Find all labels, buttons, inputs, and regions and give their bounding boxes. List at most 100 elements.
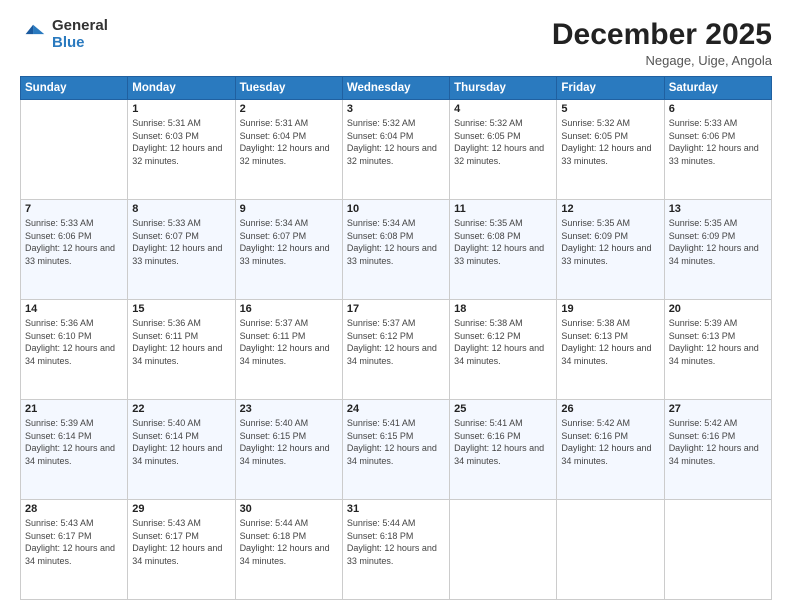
calendar-table: Sunday Monday Tuesday Wednesday Thursday… [20, 76, 772, 600]
daylight-text: Daylight: 12 hours and 34 minutes. [25, 442, 123, 467]
col-friday: Friday [557, 77, 664, 100]
calendar-cell: 2 Sunrise: 5:31 AM Sunset: 6:04 PM Dayli… [235, 100, 342, 200]
cell-info: Sunrise: 5:31 AM Sunset: 6:04 PM Dayligh… [240, 117, 338, 167]
day-number: 8 [132, 203, 230, 215]
title-block: December 2025 Negage, Uige, Angola [552, 18, 772, 68]
daylight-text: Daylight: 12 hours and 34 minutes. [132, 542, 230, 567]
sunset-text: Sunset: 6:16 PM [454, 430, 552, 443]
calendar-cell: 23 Sunrise: 5:40 AM Sunset: 6:15 PM Dayl… [235, 400, 342, 500]
daylight-text: Daylight: 12 hours and 34 minutes. [561, 442, 659, 467]
calendar-cell: 17 Sunrise: 5:37 AM Sunset: 6:12 PM Dayl… [342, 300, 449, 400]
sunset-text: Sunset: 6:17 PM [132, 530, 230, 543]
cell-info: Sunrise: 5:35 AM Sunset: 6:09 PM Dayligh… [561, 217, 659, 267]
col-saturday: Saturday [664, 77, 771, 100]
cell-info: Sunrise: 5:38 AM Sunset: 6:13 PM Dayligh… [561, 317, 659, 367]
sunrise-text: Sunrise: 5:42 AM [561, 417, 659, 430]
sunrise-text: Sunrise: 5:39 AM [669, 317, 767, 330]
calendar-cell: 24 Sunrise: 5:41 AM Sunset: 6:15 PM Dayl… [342, 400, 449, 500]
calendar-cell: 21 Sunrise: 5:39 AM Sunset: 6:14 PM Dayl… [21, 400, 128, 500]
day-number: 20 [669, 303, 767, 315]
daylight-text: Daylight: 12 hours and 33 minutes. [347, 242, 445, 267]
col-thursday: Thursday [450, 77, 557, 100]
sunrise-text: Sunrise: 5:40 AM [240, 417, 338, 430]
cell-info: Sunrise: 5:36 AM Sunset: 6:10 PM Dayligh… [25, 317, 123, 367]
daylight-text: Daylight: 12 hours and 33 minutes. [347, 542, 445, 567]
cell-info: Sunrise: 5:33 AM Sunset: 6:07 PM Dayligh… [132, 217, 230, 267]
calendar-cell: 8 Sunrise: 5:33 AM Sunset: 6:07 PM Dayli… [128, 200, 235, 300]
sunset-text: Sunset: 6:11 PM [240, 330, 338, 343]
logo-text: General Blue [52, 18, 108, 51]
day-number: 5 [561, 103, 659, 115]
calendar-cell: 27 Sunrise: 5:42 AM Sunset: 6:16 PM Dayl… [664, 400, 771, 500]
logo: General Blue [20, 18, 108, 51]
page: General Blue December 2025 Negage, Uige,… [0, 0, 792, 612]
cell-info: Sunrise: 5:42 AM Sunset: 6:16 PM Dayligh… [561, 417, 659, 467]
day-number: 12 [561, 203, 659, 215]
calendar-cell: 20 Sunrise: 5:39 AM Sunset: 6:13 PM Dayl… [664, 300, 771, 400]
sunset-text: Sunset: 6:14 PM [25, 430, 123, 443]
calendar-cell [664, 500, 771, 600]
daylight-text: Daylight: 12 hours and 34 minutes. [669, 242, 767, 267]
sunset-text: Sunset: 6:18 PM [240, 530, 338, 543]
sunset-text: Sunset: 6:13 PM [561, 330, 659, 343]
cell-info: Sunrise: 5:44 AM Sunset: 6:18 PM Dayligh… [347, 517, 445, 567]
sunset-text: Sunset: 6:03 PM [132, 130, 230, 143]
sunset-text: Sunset: 6:15 PM [240, 430, 338, 443]
sunrise-text: Sunrise: 5:32 AM [454, 117, 552, 130]
day-number: 31 [347, 503, 445, 515]
sunset-text: Sunset: 6:17 PM [25, 530, 123, 543]
day-number: 27 [669, 403, 767, 415]
sunset-text: Sunset: 6:04 PM [240, 130, 338, 143]
day-number: 3 [347, 103, 445, 115]
sunset-text: Sunset: 6:12 PM [347, 330, 445, 343]
sunset-text: Sunset: 6:14 PM [132, 430, 230, 443]
cell-info: Sunrise: 5:43 AM Sunset: 6:17 PM Dayligh… [25, 517, 123, 567]
sunrise-text: Sunrise: 5:43 AM [132, 517, 230, 530]
cell-info: Sunrise: 5:31 AM Sunset: 6:03 PM Dayligh… [132, 117, 230, 167]
sunrise-text: Sunrise: 5:34 AM [240, 217, 338, 230]
day-number: 17 [347, 303, 445, 315]
sunset-text: Sunset: 6:18 PM [347, 530, 445, 543]
day-number: 15 [132, 303, 230, 315]
daylight-text: Daylight: 12 hours and 34 minutes. [347, 442, 445, 467]
calendar-cell [21, 100, 128, 200]
daylight-text: Daylight: 12 hours and 33 minutes. [132, 242, 230, 267]
daylight-text: Daylight: 12 hours and 34 minutes. [454, 342, 552, 367]
month-title: December 2025 [552, 18, 772, 51]
cell-info: Sunrise: 5:40 AM Sunset: 6:14 PM Dayligh… [132, 417, 230, 467]
day-number: 18 [454, 303, 552, 315]
cell-info: Sunrise: 5:32 AM Sunset: 6:04 PM Dayligh… [347, 117, 445, 167]
sunset-text: Sunset: 6:12 PM [454, 330, 552, 343]
day-number: 30 [240, 503, 338, 515]
sunset-text: Sunset: 6:11 PM [132, 330, 230, 343]
day-number: 13 [669, 203, 767, 215]
calendar-cell: 5 Sunrise: 5:32 AM Sunset: 6:05 PM Dayli… [557, 100, 664, 200]
calendar-cell: 15 Sunrise: 5:36 AM Sunset: 6:11 PM Dayl… [128, 300, 235, 400]
cell-info: Sunrise: 5:41 AM Sunset: 6:15 PM Dayligh… [347, 417, 445, 467]
calendar-cell: 19 Sunrise: 5:38 AM Sunset: 6:13 PM Dayl… [557, 300, 664, 400]
sunset-text: Sunset: 6:09 PM [561, 230, 659, 243]
calendar-week-4: 21 Sunrise: 5:39 AM Sunset: 6:14 PM Dayl… [21, 400, 772, 500]
calendar-cell: 10 Sunrise: 5:34 AM Sunset: 6:08 PM Dayl… [342, 200, 449, 300]
day-number: 7 [25, 203, 123, 215]
daylight-text: Daylight: 12 hours and 33 minutes. [25, 242, 123, 267]
day-number: 6 [669, 103, 767, 115]
day-number: 11 [454, 203, 552, 215]
sunrise-text: Sunrise: 5:31 AM [132, 117, 230, 130]
sunrise-text: Sunrise: 5:38 AM [454, 317, 552, 330]
cell-info: Sunrise: 5:42 AM Sunset: 6:16 PM Dayligh… [669, 417, 767, 467]
daylight-text: Daylight: 12 hours and 34 minutes. [240, 442, 338, 467]
sunrise-text: Sunrise: 5:36 AM [132, 317, 230, 330]
calendar-cell: 3 Sunrise: 5:32 AM Sunset: 6:04 PM Dayli… [342, 100, 449, 200]
sunrise-text: Sunrise: 5:34 AM [347, 217, 445, 230]
sunset-text: Sunset: 6:05 PM [561, 130, 659, 143]
sunrise-text: Sunrise: 5:39 AM [25, 417, 123, 430]
logo-blue: Blue [52, 35, 108, 52]
sunrise-text: Sunrise: 5:40 AM [132, 417, 230, 430]
sunset-text: Sunset: 6:09 PM [669, 230, 767, 243]
sunrise-text: Sunrise: 5:41 AM [454, 417, 552, 430]
daylight-text: Daylight: 12 hours and 32 minutes. [132, 142, 230, 167]
daylight-text: Daylight: 12 hours and 32 minutes. [454, 142, 552, 167]
sunset-text: Sunset: 6:13 PM [669, 330, 767, 343]
cell-info: Sunrise: 5:35 AM Sunset: 6:08 PM Dayligh… [454, 217, 552, 267]
